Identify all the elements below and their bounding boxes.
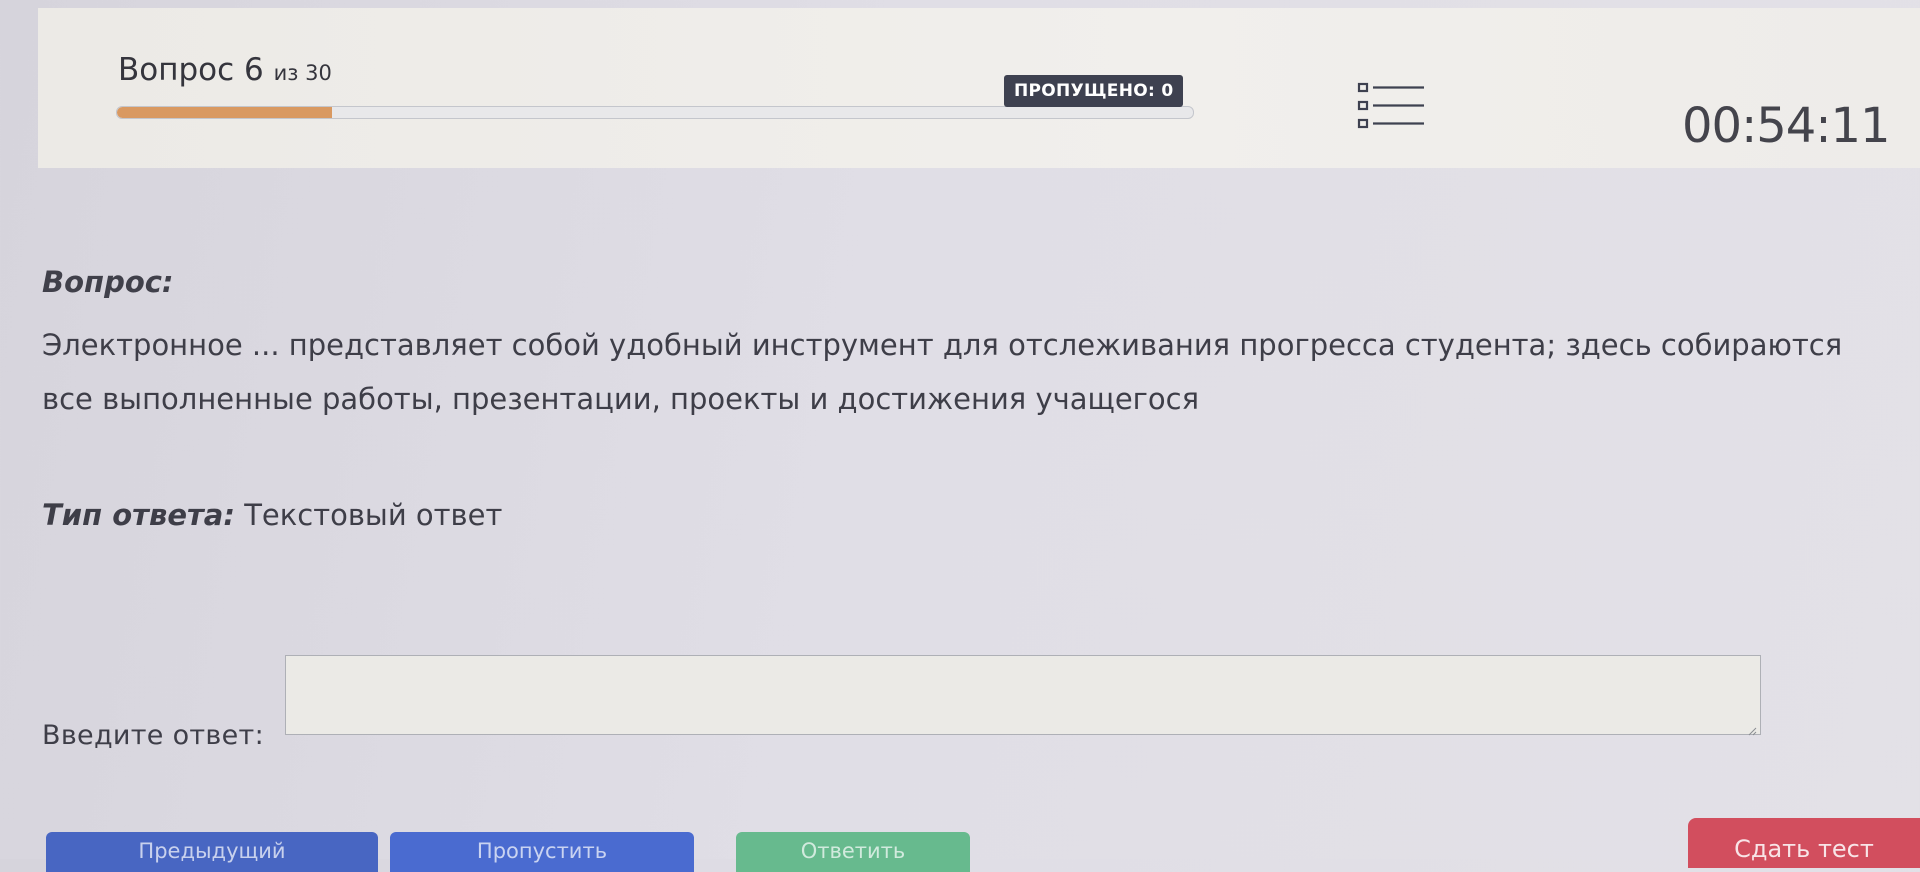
progress-bar-fill: [117, 107, 333, 118]
skipped-count-badge: ПРОПУЩЕНО: 0: [1004, 75, 1184, 107]
resize-handle-icon[interactable]: [1747, 721, 1757, 736]
answer-type-value: Текстовый ответ: [244, 498, 503, 532]
header-panel: [38, 8, 1920, 168]
question-total: из 30: [273, 61, 332, 85]
question-list-icon[interactable]: [1356, 80, 1428, 132]
previous-button[interactable]: Предыдущий: [46, 832, 378, 872]
countdown-timer: 00:54:11: [1682, 98, 1891, 154]
skip-button[interactable]: Пропустить: [390, 832, 694, 872]
answer-type: Тип ответа: Текстовый ответ: [42, 498, 502, 532]
answer-button[interactable]: Ответить: [736, 832, 970, 872]
answer-input[interactable]: [285, 655, 1761, 735]
answer-type-label: Тип ответа:: [42, 498, 235, 532]
question-text: Электронное ... представляет собой удобн…: [42, 328, 1843, 416]
question-counter: Вопрос 6 из 30: [118, 52, 332, 88]
submit-test-button[interactable]: Сдать тест: [1688, 818, 1920, 868]
question-number: Вопрос 6: [118, 52, 264, 88]
progress-bar: [116, 106, 1194, 119]
question-label: Вопрос:: [42, 265, 174, 299]
answer-input-label: Введите ответ:: [42, 720, 264, 751]
